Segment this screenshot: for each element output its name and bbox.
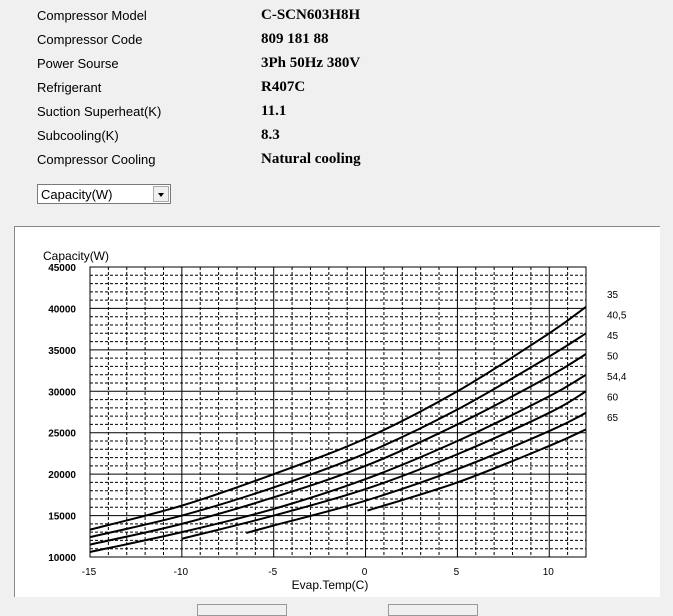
x-axis-title: Evap.Temp(C) xyxy=(292,578,369,592)
y-tick-label: 20000 xyxy=(48,470,76,481)
legend-label: 40,5 xyxy=(607,311,627,322)
legend-label: 35 xyxy=(607,290,619,301)
y-tick-label: 30000 xyxy=(48,387,76,398)
y-tick-label: 45000 xyxy=(48,263,76,274)
legend-label: 50 xyxy=(607,352,619,363)
bottom-button-2[interactable] xyxy=(388,604,478,616)
legend-label: 60 xyxy=(607,393,619,404)
legend-label: 45 xyxy=(607,331,619,342)
y-tick-label: 35000 xyxy=(48,346,76,357)
legend-label: 54,4 xyxy=(607,372,627,383)
x-tick-label: -5 xyxy=(268,567,277,578)
plot-area xyxy=(89,266,587,558)
y-axis-title: Capacity(W) xyxy=(43,249,109,263)
y-tick-label: 10000 xyxy=(48,553,76,564)
bottom-button-1[interactable] xyxy=(197,604,287,616)
x-tick-label: 0 xyxy=(362,567,368,578)
y-tick-label: 15000 xyxy=(48,512,76,523)
legend-label: 65 xyxy=(607,413,619,424)
x-tick-label: 10 xyxy=(543,567,555,578)
y-tick-label: 40000 xyxy=(48,304,76,315)
x-tick-label: -10 xyxy=(174,567,189,578)
x-tick-label: -15 xyxy=(82,567,97,578)
y-tick-label: 25000 xyxy=(48,429,76,440)
capacity-chart: 45000 40000 35000 30000 25000 20000 15000 10000… xyxy=(43,249,627,592)
x-tick-label: 5 xyxy=(454,567,460,578)
